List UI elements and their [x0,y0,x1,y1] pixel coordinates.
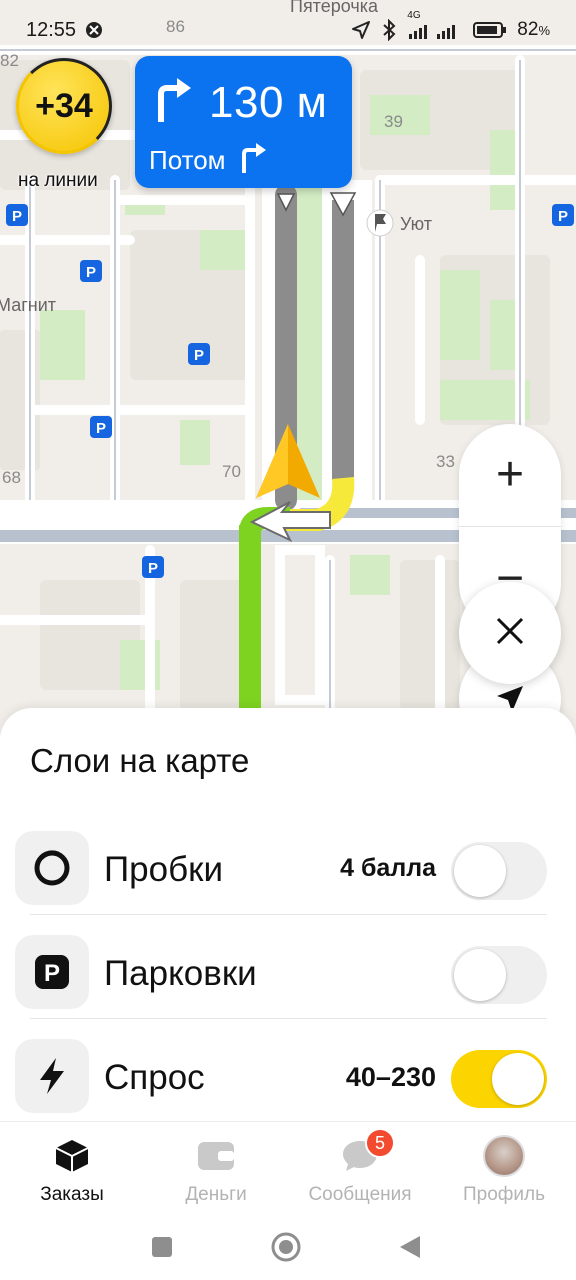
nav-profile[interactable]: Профиль [432,1122,576,1212]
parking-marker: P [558,208,568,225]
avatar [483,1135,525,1177]
wallet-icon [196,1136,236,1176]
avatar-wrapper [483,1135,525,1177]
status-time: 12:55 [26,18,77,41]
maneuver-distance: 130 м [209,77,328,127]
layer-value: 4 балла [340,854,436,882]
house-number-label: 33 [436,452,455,471]
toggle-knob [454,949,506,1001]
shop-label: Магнит [0,295,56,315]
nav-money[interactable]: Деньги [144,1122,288,1212]
online-status-label: на линии [18,170,98,191]
layer-label: Парковки [104,954,257,993]
network-type: 4G [407,10,421,21]
battery-icon [473,21,507,39]
row-divider [30,914,547,915]
earnings-badge[interactable]: +34 [16,58,112,154]
nav-label: Деньги [185,1184,247,1205]
parking-marker: P [194,347,204,364]
nav-label: Сообщения [308,1184,412,1205]
orders-box-icon [54,1136,90,1176]
house-number-label: 70 [222,462,241,481]
zoom-in-button[interactable]: + [459,424,561,524]
battery-percent: 82% [517,19,550,40]
traffic-toggle[interactable] [451,842,547,900]
recent-apps-button[interactable] [142,1229,182,1269]
demand-toggle[interactable] [451,1050,547,1108]
svg-text:P: P [44,960,60,987]
nav-orders[interactable]: Заказы [0,1122,144,1212]
parking-marker: P [86,264,96,281]
layer-label: Пробки [104,850,223,889]
toggle-knob [454,845,506,897]
zoom-divider [459,526,561,527]
bluetooth-icon [381,19,397,41]
home-circle-icon [270,1231,302,1268]
layer-row-parking[interactable]: P Парковки [0,918,576,1022]
messages-badge: 5 [365,1128,395,1158]
back-button[interactable] [390,1229,430,1269]
next-turn-right-icon [238,140,268,181]
close-layers-button[interactable] [459,582,561,684]
lightning-icon [15,1039,89,1113]
home-button[interactable] [266,1229,306,1269]
layer-row-traffic[interactable]: Пробки 4 балла [0,814,576,918]
place-flag-icon [366,209,394,237]
parking-toggle[interactable] [451,946,547,1004]
house-number-label: 39 [384,112,403,131]
nav-label: Профиль [462,1184,546,1205]
location-arrow-icon [351,20,371,40]
sheet-title: Слои на карте [30,742,250,779]
screen: P P P P P P 86 39 82 70 68 33 Пятерочка … [0,0,576,1280]
row-divider [30,1018,547,1019]
earnings-value: +34 [35,86,93,125]
nav-label: Заказы [40,1184,104,1205]
status-bar: 12:55 4G 82% [0,0,576,60]
parking-marker: P [12,208,22,225]
house-number-label: 68 [2,468,21,487]
chat-bubble-icon: 5 [341,1128,395,1176]
layer-value: 40–230 [345,1062,436,1092]
turn-right-icon [153,76,193,129]
toggle-knob [492,1053,544,1105]
bottom-nav: Заказы Деньги 5 Сообщения Профиль [0,1121,576,1211]
layer-label: Спрос [104,1058,205,1097]
square-icon [151,1236,173,1263]
alarm-icon [84,20,104,40]
system-nav-bar [0,1211,576,1280]
next-maneuver-label: Потом [149,145,226,175]
parking-marker: P [148,560,158,577]
close-icon [495,616,525,651]
parking-marker: P [96,420,106,437]
place-label: Уют [400,214,432,234]
signal-icon: 4G [407,10,463,40]
plus-icon: + [495,447,525,501]
layer-row-demand[interactable]: Спрос 40–230 [0,1022,576,1126]
back-triangle-icon [398,1234,422,1265]
maneuver-card[interactable]: 130 м Потом [135,56,352,188]
parking-icon: P [15,935,89,1009]
traffic-icon [15,831,89,905]
nav-messages[interactable]: 5 Сообщения [288,1122,432,1212]
